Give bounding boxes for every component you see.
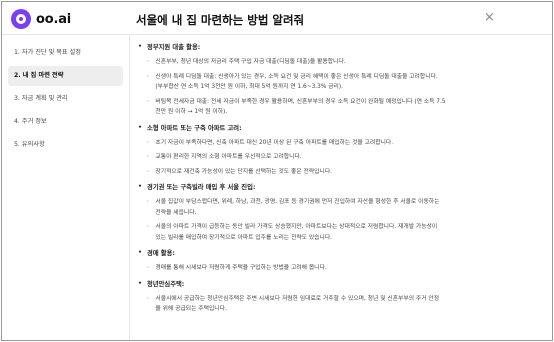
text-line: 신혼부부, 청년 대상의 저금리 주택 구입 자금 대출(디딤돌 대출)을 활용…	[155, 59, 346, 65]
bullet-icon: ◦	[146, 59, 150, 65]
logo-icon	[11, 9, 31, 29]
text-line: 버팀목 전세자금 대출: 전세 자금이 부족한 경우 활용하며, 신혼부부의 경…	[155, 98, 446, 105]
bullet-icon: ◦	[146, 73, 150, 80]
bullet-icon: ◦	[146, 168, 150, 175]
bullet-icon: ◦	[146, 139, 150, 146]
text-line: 을 위해 공급되는 주택입니다.	[155, 306, 227, 312]
answer-content: 정부지원 대출 활용: ◦ 신혼부부, 청년 대상의 저금리 주택 구입 자금 대출…	[136, 38, 536, 340]
app-window: oo.ai 서울에 내 집 마련하는 방법 알려줘 × 1. 자가 진단 및 목…	[1, 1, 553, 341]
list-item: ◦ 장기적으로 재건축 가능성이 있는 단지를 선택하는 것도 좋은 전략입니다.	[144, 167, 536, 178]
bullet-icon: ◦	[146, 199, 150, 205]
list-item: ◦ 버팀목 전세자금 대출: 전세 자금이 부족한 경우 활용하며, 신혼부부의 …	[144, 97, 536, 118]
text-line: 교통이 편리한 지역의 소형 아파트를 우선적으로 고려합니다.	[155, 154, 302, 160]
list-item-text: 서울 집값이 부담스럽다면, 위례, 하남, 과천, 광명, 김포 등 경기권에…	[155, 197, 536, 218]
sidebar-item-3[interactable]: 3. 자금 계획 및 관리	[8, 89, 123, 109]
list-item: ◦ 서울시에서 공급하는 청년안심주택은 주변 시세보다 저렴한 임대료로 거주할…	[144, 294, 536, 315]
text-line: (부부합산 연 소득 1억 3천만 원 이하, 최대 5억 원까지 연 1.6~…	[155, 84, 343, 90]
content-section: 정부지원 대출 활용: ◦ 신혼부부, 청년 대상의 저금리 주택 구입 자금 대출…	[136, 42, 536, 118]
list-item: ◦ 초기 자금이 부족하다면, 신축 아파트 대신 20년 이상 된 구축 아파트…	[144, 138, 536, 149]
section-heading: 소형 아파트 또는 구축 아파트 고려:	[138, 123, 536, 132]
list-item: ◦ 경매를 통해 시세보다 저렴하게 주택을 구입하는 방법을 고려해 봅니다.	[144, 263, 536, 274]
list-item-text: 초기 자금이 부족하다면, 신축 아파트 대신 20년 이상 된 구축 아파트를…	[155, 138, 536, 149]
list-item-text: 경매를 통해 시세보다 저렴하게 주택을 구입하는 방법을 고려해 봅니다.	[155, 263, 536, 274]
content-section: 경매 활용: ◦ 경매를 통해 시세보다 저렴하게 주택을 구입하는 방법을 고려해…	[136, 248, 536, 274]
logo[interactable]: oo.ai	[11, 9, 71, 29]
list-item-text: 교통이 편리한 지역의 소형 아파트를 우선적으로 고려합니다.	[155, 152, 536, 163]
sidebar-item-1[interactable]: 1. 자가 진단 및 목표 설정	[8, 43, 123, 63]
list-item: ◦ 신혼부부, 청년 대상의 저금리 주택 구입 자금 대출(디딤돌 대출)을 활…	[144, 57, 536, 68]
list-item: ◦ 서울의 아파트 가격이 급등하는 동안 빌라 가격도 상승했지만, 아파트보다…	[144, 222, 536, 243]
section-heading: 정부지원 대출 활용:	[138, 42, 536, 51]
text-line: 서울의 아파트 가격이 급등하는 동안 빌라 가격도 상승했지만, 아파트보다는…	[155, 224, 438, 230]
text-line: 천만 원 이하 → 1억 원 이하).	[155, 109, 228, 115]
text-line: 경매를 통해 시세보다 저렴하게 주택을 구입하는 방법을 고려해 봅니다.	[155, 265, 327, 271]
list-item-text: 서울의 아파트 가격이 급등하는 동안 빌라 가격도 상승했지만, 아파트보다는…	[155, 222, 536, 243]
list-item-text: 서울시에서 공급하는 청년안심주택은 주변 시세보다 저렴한 임대료로 거주할 …	[155, 294, 536, 315]
bullet-list: ◦ 서울 집값이 부담스럽다면, 위례, 하남, 과천, 광명, 김포 등 경기권…	[144, 197, 536, 243]
bullet-list: ◦ 신혼부부, 청년 대상의 저금리 주택 구입 자금 대출(디딤돌 대출)을 활…	[144, 57, 536, 118]
sidebar-item-4[interactable]: 4. 주거 정보	[8, 112, 123, 132]
page-title: 서울에 내 집 마련하는 방법 알려줘	[136, 13, 305, 27]
section-heading: 경기권 또는 구축빌라 매입 후 서울 진입:	[138, 182, 536, 191]
list-item: ◦ 신생아 특례 디딤돌 대출: 신생아가 있는 경우, 소득 요건 및 금리 혜…	[144, 72, 536, 93]
list-item: ◦ 서울 집값이 부담스럽다면, 위례, 하남, 과천, 광명, 김포 등 경기권…	[144, 197, 536, 218]
text-line: 있는 빌라를 매입하여 장기적으로 아파트 입주를 노리는 전략도 있습니다.	[155, 234, 333, 241]
list-item-text: 신혼부부, 청년 대상의 저금리 주택 구입 자금 대출(디딤돌 대출)을 활용…	[155, 57, 536, 68]
sidebar-item-5[interactable]: 5. 유의사항	[8, 135, 123, 155]
bullet-icon: ◦	[146, 295, 150, 302]
text-line: 서울 집값이 부담스럽다면, 위례, 하남, 과천, 광명, 김포 등 경기권에…	[155, 199, 440, 205]
text-line: 초기 자금이 부족하다면, 신축 아파트 대신 20년 이상 된 구축 아파트를…	[155, 139, 394, 146]
text-line: 전략을 세웁니다.	[155, 209, 197, 216]
bullet-icon: ◦	[146, 265, 150, 271]
bullet-icon: ◦	[146, 98, 150, 105]
header: oo.ai 서울에 내 집 마련하는 방법 알려줘 ×	[2, 2, 552, 35]
content-section: 경기권 또는 구축빌라 매입 후 서울 진입: ◦ 서울 집값이 부담스럽다면, 위…	[136, 182, 536, 243]
text-line: 서울시에서 공급하는 청년안심주택은 주변 시세보다 저렴한 임대료로 거주할 …	[155, 295, 440, 302]
bullet-icon: ◦	[146, 154, 150, 160]
bullet-list: ◦ 경매를 통해 시세보다 저렴하게 주택을 구입하는 방법을 고려해 봅니다.	[144, 263, 536, 274]
close-icon[interactable]: ×	[484, 10, 495, 25]
list-item-text: 버팀목 전세자금 대출: 전세 자금이 부족한 경우 활용하며, 신혼부부의 경…	[155, 97, 536, 118]
bullet-list: ◦ 서울시에서 공급하는 청년안심주택은 주변 시세보다 저렴한 임대료로 거주할…	[144, 294, 536, 315]
content-section: 소형 아파트 또는 구축 아파트 고려: ◦ 초기 자금이 부족하다면, 신축 아파…	[136, 123, 536, 178]
section-heading: 청년안심주택:	[138, 279, 536, 288]
text-line: 장기적으로 재건축 가능성이 있는 단지를 선택하는 것도 좋은 전략입니다.	[155, 168, 333, 175]
content-section: 청년안심주택: ◦ 서울시에서 공급하는 청년안심주택은 주변 시세보다 저렴한 임…	[136, 279, 536, 315]
bullet-icon: ◦	[146, 224, 150, 230]
list-item-text: 신생아 특례 디딤돌 대출: 신생아가 있는 경우, 소득 요건 및 금리 혜택…	[155, 72, 536, 93]
sidebar-item-2[interactable]: 2. 내 집 마련 전략	[8, 66, 123, 86]
section-heading: 경매 활용:	[138, 248, 536, 257]
table-of-contents: 1. 자가 진단 및 목표 설정 2. 내 집 마련 전략 3. 자금 계획 및 관…	[2, 35, 129, 155]
list-item: ◦ 교통이 편리한 지역의 소형 아파트를 우선적으로 고려합니다.	[144, 152, 536, 163]
list-item-text: 장기적으로 재건축 가능성이 있는 단지를 선택하는 것도 좋은 전략입니다.	[155, 167, 536, 178]
logo-text: oo.ai	[36, 11, 72, 27]
sidebar: 1. 자가 진단 및 목표 설정 2. 내 집 마련 전략 3. 자금 계획 및 관…	[2, 35, 130, 340]
text-line: 신생아 특례 디딤돌 대출: 신생아가 있는 경우, 소득 요건 및 금리 혜택…	[155, 73, 438, 80]
bullet-list: ◦ 초기 자금이 부족하다면, 신축 아파트 대신 20년 이상 된 구축 아파트…	[144, 138, 536, 178]
